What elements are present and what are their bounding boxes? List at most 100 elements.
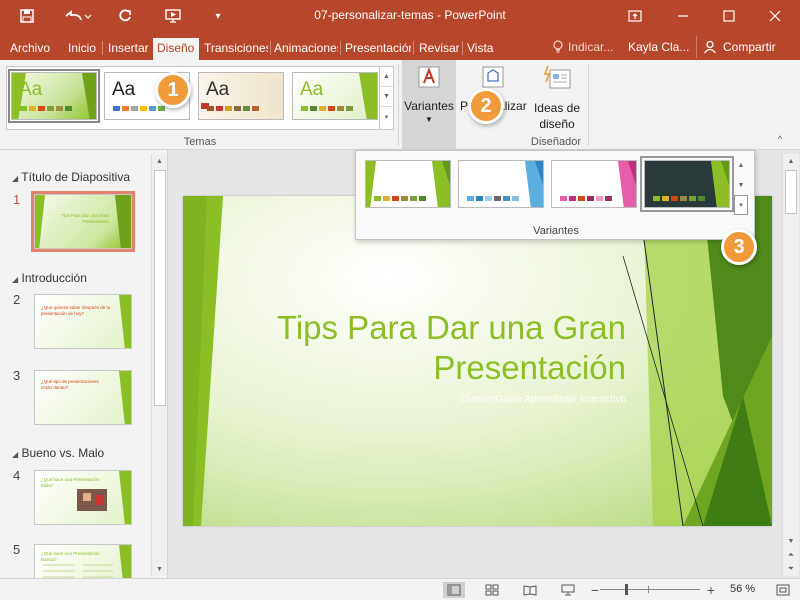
undo-icon[interactable] [58, 6, 96, 26]
normal-view-icon[interactable] [443, 582, 465, 598]
zoom-in-icon[interactable]: + [700, 582, 722, 598]
theme-thumb-beige[interactable]: Aa [198, 72, 284, 120]
ribbon-display-options-icon[interactable] [620, 4, 650, 28]
ribbon: Aa Aa Aa Aa ▲ ▼ ▾ Temas Variantes ▼ Idea… [0, 60, 800, 150]
section-header[interactable]: ◢ Título de Diapositiva [12, 170, 130, 184]
editor-scrollbar[interactable]: ▲ ▼ ⏶ ⏷ [782, 154, 799, 576]
tab-insertar[interactable]: Insertar [108, 38, 150, 60]
design-ideas-label-2: diseño [539, 117, 575, 131]
user-name[interactable]: Kayla Cla... [628, 40, 689, 54]
tab-archivo[interactable]: Archivo [10, 38, 54, 60]
slide-number: 4 [13, 468, 21, 483]
designer-group-label: Diseñador [530, 136, 582, 148]
section-header[interactable]: ◢ Bueno vs. Malo [12, 446, 104, 460]
design-ideas-label-1: Ideas de [533, 101, 581, 115]
tab-separator [413, 41, 414, 55]
variant-thumb-green[interactable] [365, 160, 451, 208]
tab-separator [270, 41, 271, 55]
tab-diseno[interactable]: Diseño [153, 38, 199, 60]
variant-swatches [560, 196, 612, 201]
ribbon-tabs: Archivo Inicio Insertar Diseño Transicio… [0, 33, 800, 60]
person-icon [703, 40, 717, 54]
maximize-icon[interactable] [714, 4, 744, 28]
slide-thumb-4[interactable]: ¿Qué hace una Presentación Mala? [34, 470, 132, 525]
current-slide[interactable]: Tips Para Dar una Gran Presentación Cust… [183, 196, 772, 526]
close-icon[interactable] [760, 4, 790, 28]
gallery-more-icon[interactable]: ▾ [734, 195, 748, 215]
gallery-down-icon[interactable]: ▼ [734, 175, 748, 195]
tab-revisar[interactable]: Revisar [419, 38, 459, 60]
redo-icon[interactable] [112, 6, 138, 26]
editor-scroll-thumb[interactable] [785, 170, 797, 214]
save-icon[interactable] [14, 6, 40, 26]
start-slideshow-icon[interactable] [160, 6, 186, 26]
variant-thumb-pink[interactable] [551, 160, 637, 208]
zoom-slider[interactable] [600, 584, 700, 595]
tab-inicio[interactable]: Inicio [68, 38, 100, 60]
section-header[interactable]: ◢ Introducción [12, 271, 87, 285]
gallery-down-icon[interactable]: ▼ [380, 87, 393, 107]
slide-thumb-5[interactable]: ¿Qué hace una Presentación Buena? [34, 544, 132, 578]
variants-button[interactable]: Variantes ▼ [402, 60, 456, 150]
design-ideas-icon [543, 65, 571, 89]
tab-animaciones[interactable]: Animaciones [274, 38, 338, 60]
slide-subtitle[interactable]: CustomGuide Aprendizaje Interactivo [326, 394, 626, 405]
slide-sorter-icon[interactable] [481, 582, 503, 598]
tab-transiciones[interactable]: Transiciones [204, 38, 268, 60]
collapse-section-icon[interactable]: ◢ [12, 450, 18, 459]
scroll-up-icon[interactable]: ▲ [152, 154, 167, 168]
theme-aa-label: Aa [112, 79, 136, 100]
theme-thumb-facet-green[interactable]: Aa [8, 69, 100, 123]
slide-thumb-1[interactable]: Tips Para Dar una Gran Presentación [31, 191, 135, 252]
slide-thumb-2[interactable]: ¿Qué quieres saber después de tu present… [34, 294, 132, 349]
slide-number: 1 [13, 192, 21, 207]
slide-title[interactable]: Tips Para Dar una Gran Presentación [226, 308, 626, 388]
collapse-ribbon-icon[interactable]: ^ [778, 134, 782, 144]
minimize-icon[interactable] [668, 4, 698, 28]
variants-group-label: Variantes [533, 225, 579, 237]
variant-swatches [374, 196, 426, 201]
slide-thumb-3[interactable]: ¿Qué tipo de presentaciones están dando? [34, 370, 132, 425]
slide-size-icon [482, 66, 504, 88]
tab-presentacion[interactable]: Presentación [345, 38, 411, 60]
slideshow-view-icon[interactable] [557, 582, 579, 598]
previous-slide-icon[interactable]: ⏶ [783, 548, 799, 562]
reading-view-icon[interactable] [519, 582, 541, 598]
tell-me-box[interactable]: Indicar... [552, 40, 613, 54]
window-title: 07-personalizar-temas - PowerPoint [314, 8, 506, 22]
slide-title-line-1: Tips Para Dar una Gran [276, 309, 626, 346]
title-bar: ▾ 07-personalizar-temas - PowerPoint [0, 0, 800, 33]
collapse-section-icon[interactable]: ◢ [12, 275, 18, 284]
panel-scrollbar[interactable]: ▲ ▼ [151, 154, 167, 576]
scroll-down-icon[interactable]: ▼ [783, 534, 799, 548]
theme-thumb-green-alt[interactable]: Aa [292, 72, 378, 120]
next-slide-icon[interactable]: ⏷ [783, 562, 799, 576]
slide-thumbnails-panel: ◢ Título de Diapositiva 1 Tips Para Dar … [0, 150, 168, 578]
gallery-up-icon[interactable]: ▲ [380, 67, 393, 87]
gallery-up-icon[interactable]: ▲ [734, 155, 748, 175]
variant-thumb-blue[interactable] [458, 160, 544, 208]
callout-marker: 3 [721, 229, 757, 265]
share-label: Compartir [723, 40, 776, 54]
collapse-section-icon[interactable]: ◢ [12, 174, 18, 183]
zoom-out-icon[interactable]: − [584, 582, 606, 598]
callout-marker: 2 [468, 88, 504, 124]
scroll-up-icon[interactable]: ▲ [783, 154, 799, 168]
section-title: Introducción [21, 271, 87, 285]
variants-dropdown-icon: ▼ [425, 115, 433, 124]
variant-thumb-dark[interactable] [640, 156, 734, 212]
tab-vista[interactable]: Vista [467, 38, 501, 60]
panel-scroll-thumb[interactable] [154, 170, 166, 406]
theme-aa-label: Aa [300, 79, 324, 100]
gallery-more-icon[interactable]: ▾ [380, 107, 393, 127]
fit-slide-icon[interactable] [772, 582, 794, 598]
share-button[interactable]: Compartir [696, 36, 792, 58]
slide-title-line-2: Presentación [433, 349, 626, 386]
customize-toolbar-icon[interactable]: ▾ [208, 6, 228, 26]
tab-separator [102, 41, 103, 55]
zoom-slider-knob[interactable] [624, 584, 628, 595]
zoom-level[interactable]: 56 % [730, 583, 755, 595]
slide-thumb-text: ¿Qué hace una Presentación Mala? [41, 477, 100, 488]
theme-swatches [20, 106, 72, 111]
scroll-down-icon[interactable]: ▼ [152, 562, 167, 576]
